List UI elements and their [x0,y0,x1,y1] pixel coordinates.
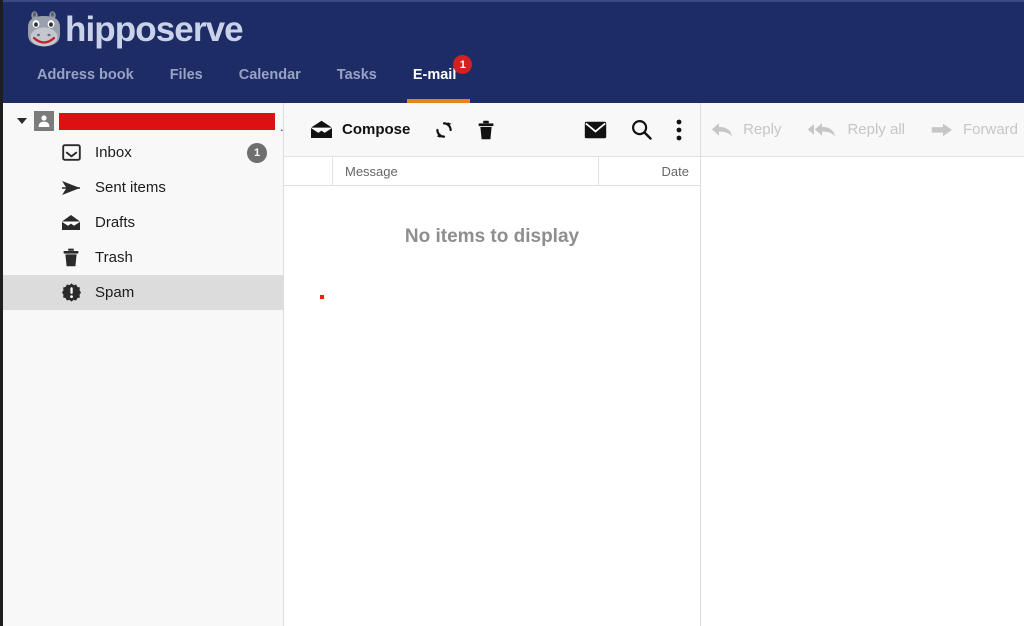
sidebar-item-inbox-label: Inbox [95,144,132,161]
mail-app-window: hipposerve Address book Files Calendar T… [0,0,1024,626]
sidebar-item-spam[interactable]: Spam [3,275,283,310]
search-button[interactable] [631,113,652,147]
account-row[interactable]: . [3,107,283,135]
more-options-button[interactable] [676,113,682,147]
column-header-message[interactable]: Message [333,157,599,185]
reading-pane-content [701,157,1024,626]
search-icon [631,119,652,140]
red-dot-marker [320,295,324,299]
reply-all-label: Reply all [847,121,905,138]
account-name-redacted [59,112,275,130]
empty-state-text: No items to display [404,226,580,247]
caret-down-icon[interactable] [17,118,27,124]
tab-tasks[interactable]: Tasks [319,63,395,103]
message-list-toolbar: Compose [284,103,700,157]
sidebar-item-drafts[interactable]: Drafts [3,205,283,240]
column-header-date[interactable]: Date [599,157,700,185]
sidebar-item-spam-label: Spam [95,284,135,301]
refresh-icon [434,120,454,140]
hippo-logo-icon [28,11,60,47]
reading-pane-toolbar: Reply Reply all Forward [701,103,1024,157]
delete-button[interactable] [478,113,494,147]
sidebar-item-sent-items-label: Sent items [95,179,166,196]
tab-files[interactable]: Files [152,63,221,103]
compose-label: Compose [342,121,411,138]
tab-email-badge: 1 [453,55,473,74]
reply-label: Reply [743,121,782,138]
tab-address-book[interactable]: Address book [19,63,152,103]
brand-logo[interactable]: hipposerve [25,8,244,50]
tab-email-label: E-mail [412,67,457,83]
trash-icon [478,120,494,140]
tab-email[interactable]: E-mail 1 [395,55,475,103]
send-icon [61,178,81,198]
reply-all-icon [807,122,837,138]
reading-pane: Reply Reply all Forward [701,103,1024,626]
mark-unread-button[interactable] [584,113,607,147]
sidebar-item-trash[interactable]: Trash [3,240,283,275]
top-navigation-bar: hipposerve Address book Files Calendar T… [3,0,1024,103]
tab-calendar-label: Calendar [238,67,301,83]
reply-icon [711,122,733,138]
open-envelope-icon [310,120,333,139]
trash-icon [61,248,81,268]
tab-calendar[interactable]: Calendar [221,63,319,103]
compose-button[interactable]: Compose [310,113,410,147]
sidebar-item-trash-label: Trash [95,249,133,266]
tab-files-label: Files [169,67,203,83]
spam-icon [61,283,81,303]
envelope-icon [584,121,607,139]
forward-button[interactable]: Forward [931,121,1018,138]
brand-name: hipposerve [65,9,244,49]
sidebar-item-inbox[interactable]: Inbox 1 [3,135,283,170]
forward-icon [931,122,953,138]
message-list-column-headers: Message Date [284,157,700,186]
column-header-select[interactable] [284,157,333,185]
sidebar-item-sent-items[interactable]: Sent items [3,170,283,205]
reply-button[interactable]: Reply [711,121,781,138]
drafts-icon [61,213,81,233]
app-body: . Inbox 1 Sent items Drafts Trash Spam C… [3,103,1024,626]
folder-sidebar: . Inbox 1 Sent items Drafts Trash Spam [3,103,284,626]
sidebar-item-inbox-badge: 1 [247,142,267,163]
kebab-menu-icon [676,119,682,141]
forward-label: Forward [962,121,1018,138]
tab-tasks-label: Tasks [336,67,377,83]
reply-all-button[interactable]: Reply all [807,121,905,138]
person-icon [34,111,54,131]
refresh-button[interactable] [434,113,454,147]
tab-address-book-label: Address book [37,67,134,83]
message-list-pane: Compose Message Date No items to display [284,103,701,626]
sidebar-item-drafts-label: Drafts [95,214,136,231]
message-list-body: No items to display [284,186,700,626]
nav-tabs: Address book Files Calendar Tasks E-mail… [19,55,475,103]
inbox-icon [61,143,81,163]
